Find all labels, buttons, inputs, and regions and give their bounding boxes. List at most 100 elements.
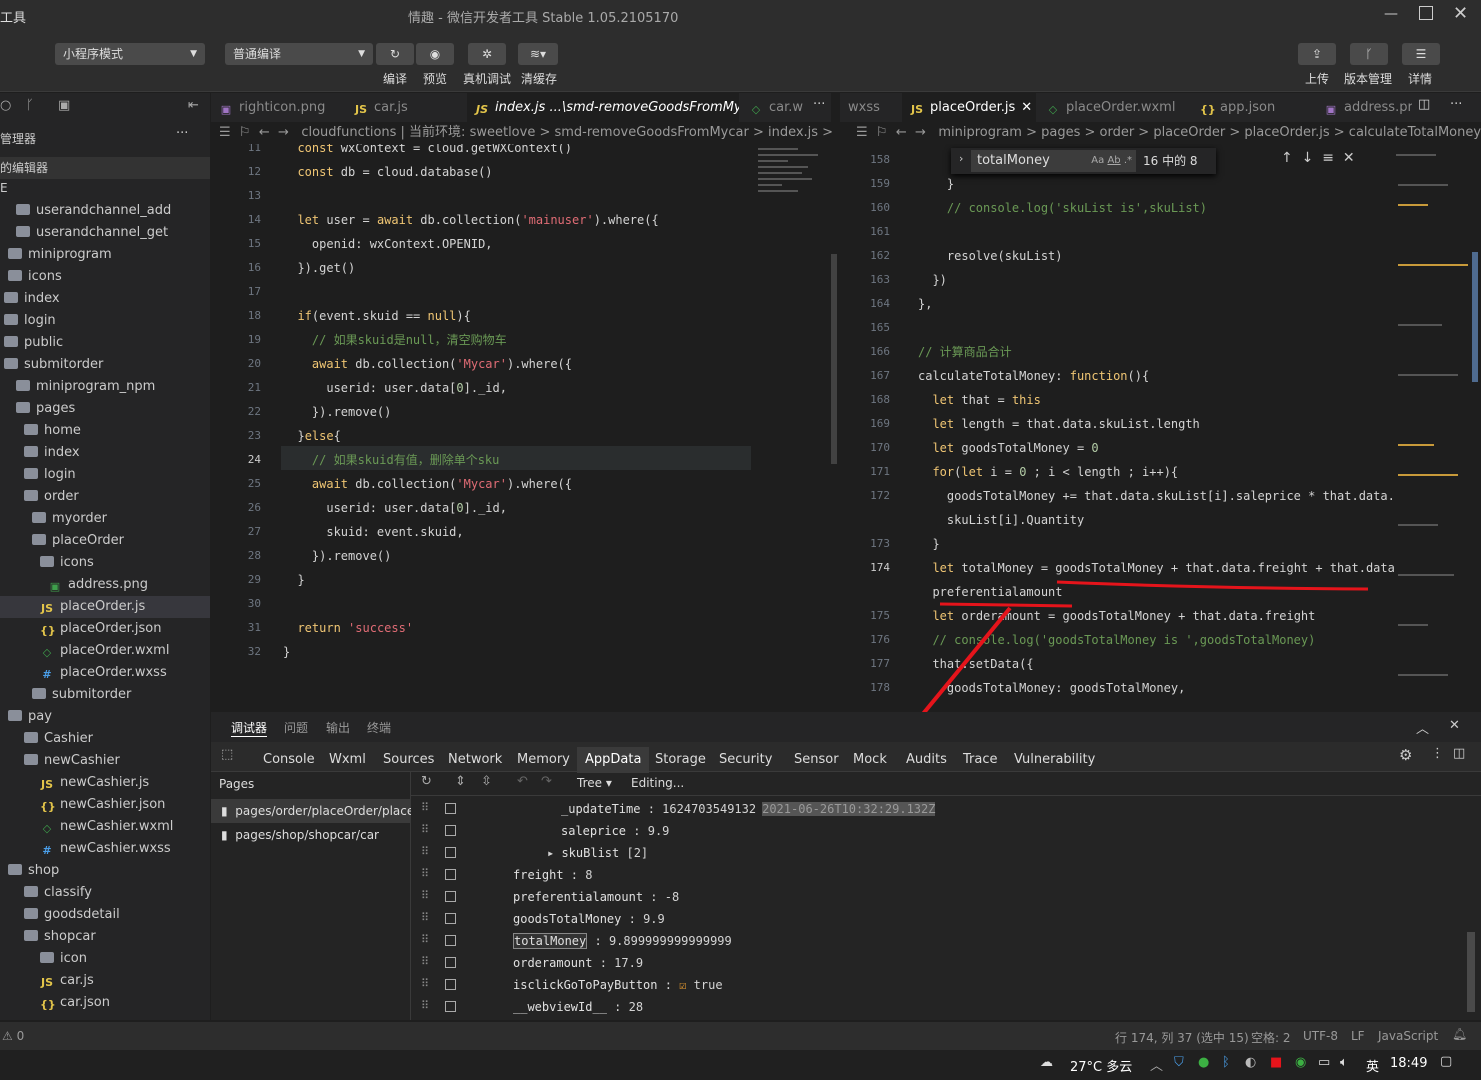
drag-handle[interactable]: ⠿ xyxy=(421,933,429,946)
tab-sensor[interactable]: Sensor xyxy=(794,747,839,773)
clock[interactable]: 18:49 xyxy=(1390,1056,1427,1071)
wechat-icon[interactable]: ● xyxy=(1198,1055,1209,1070)
appdata-value[interactable]: 17.9 xyxy=(614,956,643,970)
appdata-value[interactable]: 1624703549132 xyxy=(662,802,756,816)
tab-wxss[interactable]: wxss xyxy=(840,93,896,122)
code-line[interactable]: // 如果skuid有值，删除单个sku xyxy=(283,448,499,472)
row-select-box[interactable] xyxy=(445,869,456,880)
drag-handle[interactable]: ⠿ xyxy=(421,911,429,924)
close-icon[interactable]: ✕ xyxy=(1453,3,1468,24)
tab-security[interactable]: Security xyxy=(719,747,772,773)
expand-arrow-icon[interactable]: ▸ xyxy=(547,846,561,860)
more-icon[interactable]: ··· xyxy=(176,126,188,141)
appdata-row[interactable]: __webviewId__ : 28 xyxy=(513,1000,643,1014)
tab-address[interactable]: ▣ address.pr xyxy=(1316,93,1412,122)
tree-item[interactable]: shop xyxy=(0,860,210,882)
appdata-row[interactable]: saleprice : 9.9 xyxy=(561,824,669,838)
more-icon[interactable]: ··· xyxy=(1450,97,1462,112)
row-select-box[interactable] xyxy=(445,1001,456,1012)
app-menu-label[interactable]: 工具 xyxy=(0,7,26,26)
appdata-value[interactable]: 9.9 xyxy=(648,824,670,838)
appdata-value[interactable]: 9.9 xyxy=(643,912,665,926)
code-line[interactable]: const db = cloud.database() xyxy=(283,160,492,184)
appdata-row[interactable]: _updateTime : 1624703549132 2021-06-26T10… xyxy=(561,802,936,816)
code-line[interactable]: } xyxy=(283,640,290,664)
code-line[interactable]: let totalMoney = goodsTotalMoney + that.… xyxy=(918,556,1402,580)
code-line[interactable]: if(event.skuid == null){ xyxy=(283,304,470,328)
tree-item[interactable]: order xyxy=(0,486,210,508)
arrow-down-icon[interactable]: ↓ xyxy=(1302,150,1314,166)
appdata-row[interactable]: isclickGoToPayButton : ☑ true xyxy=(513,978,723,992)
code-line[interactable]: userid: user.data[0]._id, xyxy=(283,376,507,400)
appdata-row[interactable]: totalMoney : 9.899999999999999 xyxy=(513,933,732,949)
breadcrumb-path[interactable]: cloudfunctions | 当前环境: sweetlove > smd-r… xyxy=(301,125,833,140)
tree-item[interactable]: ▣ address.png xyxy=(0,574,210,596)
row-select-box[interactable] xyxy=(445,913,456,924)
code-line[interactable]: for(let i = 0 ; i < length ; i++){ xyxy=(918,460,1178,484)
tree-item[interactable]: pages xyxy=(0,398,210,420)
back-icon[interactable]: ← xyxy=(896,125,907,140)
drag-handle[interactable]: ⠿ xyxy=(421,999,429,1012)
tab-audits[interactable]: Audits xyxy=(906,747,947,773)
code-line[interactable]: }).get() xyxy=(283,256,355,280)
gear-icon[interactable]: ⚙ xyxy=(1399,746,1412,764)
tree-item[interactable]: JS newCashier.js xyxy=(0,772,210,794)
code-line[interactable]: return 'success' xyxy=(283,616,413,640)
tree-item[interactable]: index xyxy=(0,288,210,310)
page-item[interactable]: ▮ pages/order/placeOrder/place... xyxy=(211,799,411,823)
search-icon[interactable]: ○ xyxy=(0,98,11,113)
tree-item[interactable]: miniprogram_npm xyxy=(0,376,210,398)
breadcrumb-path[interactable]: miniprogram > pages > order > placeOrder… xyxy=(938,125,1481,140)
code-line[interactable]: // console.log('skuList is',skuList) xyxy=(918,196,1207,220)
code-line[interactable]: // 计算商品合计 xyxy=(918,340,1012,364)
compile-button[interactable]: ↻ xyxy=(376,43,414,65)
list-icon[interactable]: ☰ xyxy=(219,125,231,140)
code-line[interactable]: that.setData({ xyxy=(918,652,1033,676)
network-icon[interactable]: ▭ xyxy=(1318,1055,1330,1070)
tab-vulnerability[interactable]: Vulnerability xyxy=(1014,747,1095,773)
tree-item[interactable]: newCashier xyxy=(0,750,210,772)
collapse-icon[interactable]: ⇤ xyxy=(188,98,199,113)
tree-item[interactable]: userandchannel_add xyxy=(0,200,210,222)
redo-icon[interactable]: ↷ xyxy=(541,774,552,789)
row-select-box[interactable] xyxy=(445,803,456,814)
shield-icon[interactable]: ⛉ xyxy=(1174,1055,1184,1070)
chevron-up-icon[interactable]: ︿ xyxy=(1150,1055,1163,1074)
row-select-box[interactable] xyxy=(445,979,456,990)
code-line[interactable]: goodsTotalMoney += that.data.skuList[i].… xyxy=(918,484,1395,508)
scrollbar[interactable] xyxy=(1472,252,1478,382)
tree-item[interactable]: miniprogram xyxy=(0,244,210,266)
tree-item[interactable]: icon xyxy=(0,948,210,970)
detail-button[interactable]: ☰ xyxy=(1402,43,1440,65)
tree-item[interactable]: myorder xyxy=(0,508,210,530)
code-line[interactable]: }).remove() xyxy=(283,544,391,568)
drag-handle[interactable]: ⠿ xyxy=(421,889,429,902)
inspect-icon[interactable]: ⬚ xyxy=(221,747,233,762)
close-icon[interactable]: ✕ xyxy=(1021,100,1032,115)
row-select-box[interactable] xyxy=(445,825,456,836)
tab-placeorderjs[interactable]: JS placeOrder.js ✕ xyxy=(902,93,1036,122)
tab-trace[interactable]: Trace xyxy=(963,747,998,773)
tab-indexjs[interactable]: JSindex.js ...\smd-removeGoodsFromMycar✕ xyxy=(467,93,739,122)
close-icon[interactable]: ✕ xyxy=(1343,150,1355,166)
match-case-icon[interactable]: Aa Ab .* xyxy=(1091,150,1132,172)
mode-select[interactable]: 小程序模式 ▼ xyxy=(55,43,205,65)
appdata-value[interactable]: 8 xyxy=(585,868,592,882)
tab-problems[interactable]: 问题 xyxy=(284,719,308,736)
maximize-icon[interactable] xyxy=(1419,6,1433,20)
tree-item[interactable]: icons xyxy=(0,552,210,574)
drag-handle[interactable]: ⠿ xyxy=(421,845,429,858)
code-line[interactable]: }, xyxy=(918,292,932,316)
antivirus-icon[interactable]: ■ xyxy=(1270,1055,1282,1070)
tab-network[interactable]: Network xyxy=(448,747,502,773)
more-icon[interactable]: ··· xyxy=(813,97,825,112)
eol[interactable]: LF xyxy=(1351,1029,1365,1043)
code-line[interactable]: } xyxy=(918,172,954,196)
ime-indicator[interactable]: 英 xyxy=(1366,1056,1379,1075)
appdata-row[interactable]: orderamount : 17.9 xyxy=(513,956,643,970)
collapse-all-icon[interactable]: ⇳ xyxy=(481,774,492,789)
tree-item[interactable]: submitorder xyxy=(0,354,210,376)
tab-appjson[interactable]: {} app.json xyxy=(1192,93,1312,122)
tree-item[interactable]: classify xyxy=(0,882,210,904)
chevron-up-icon[interactable]: ︿ xyxy=(1416,718,1429,737)
